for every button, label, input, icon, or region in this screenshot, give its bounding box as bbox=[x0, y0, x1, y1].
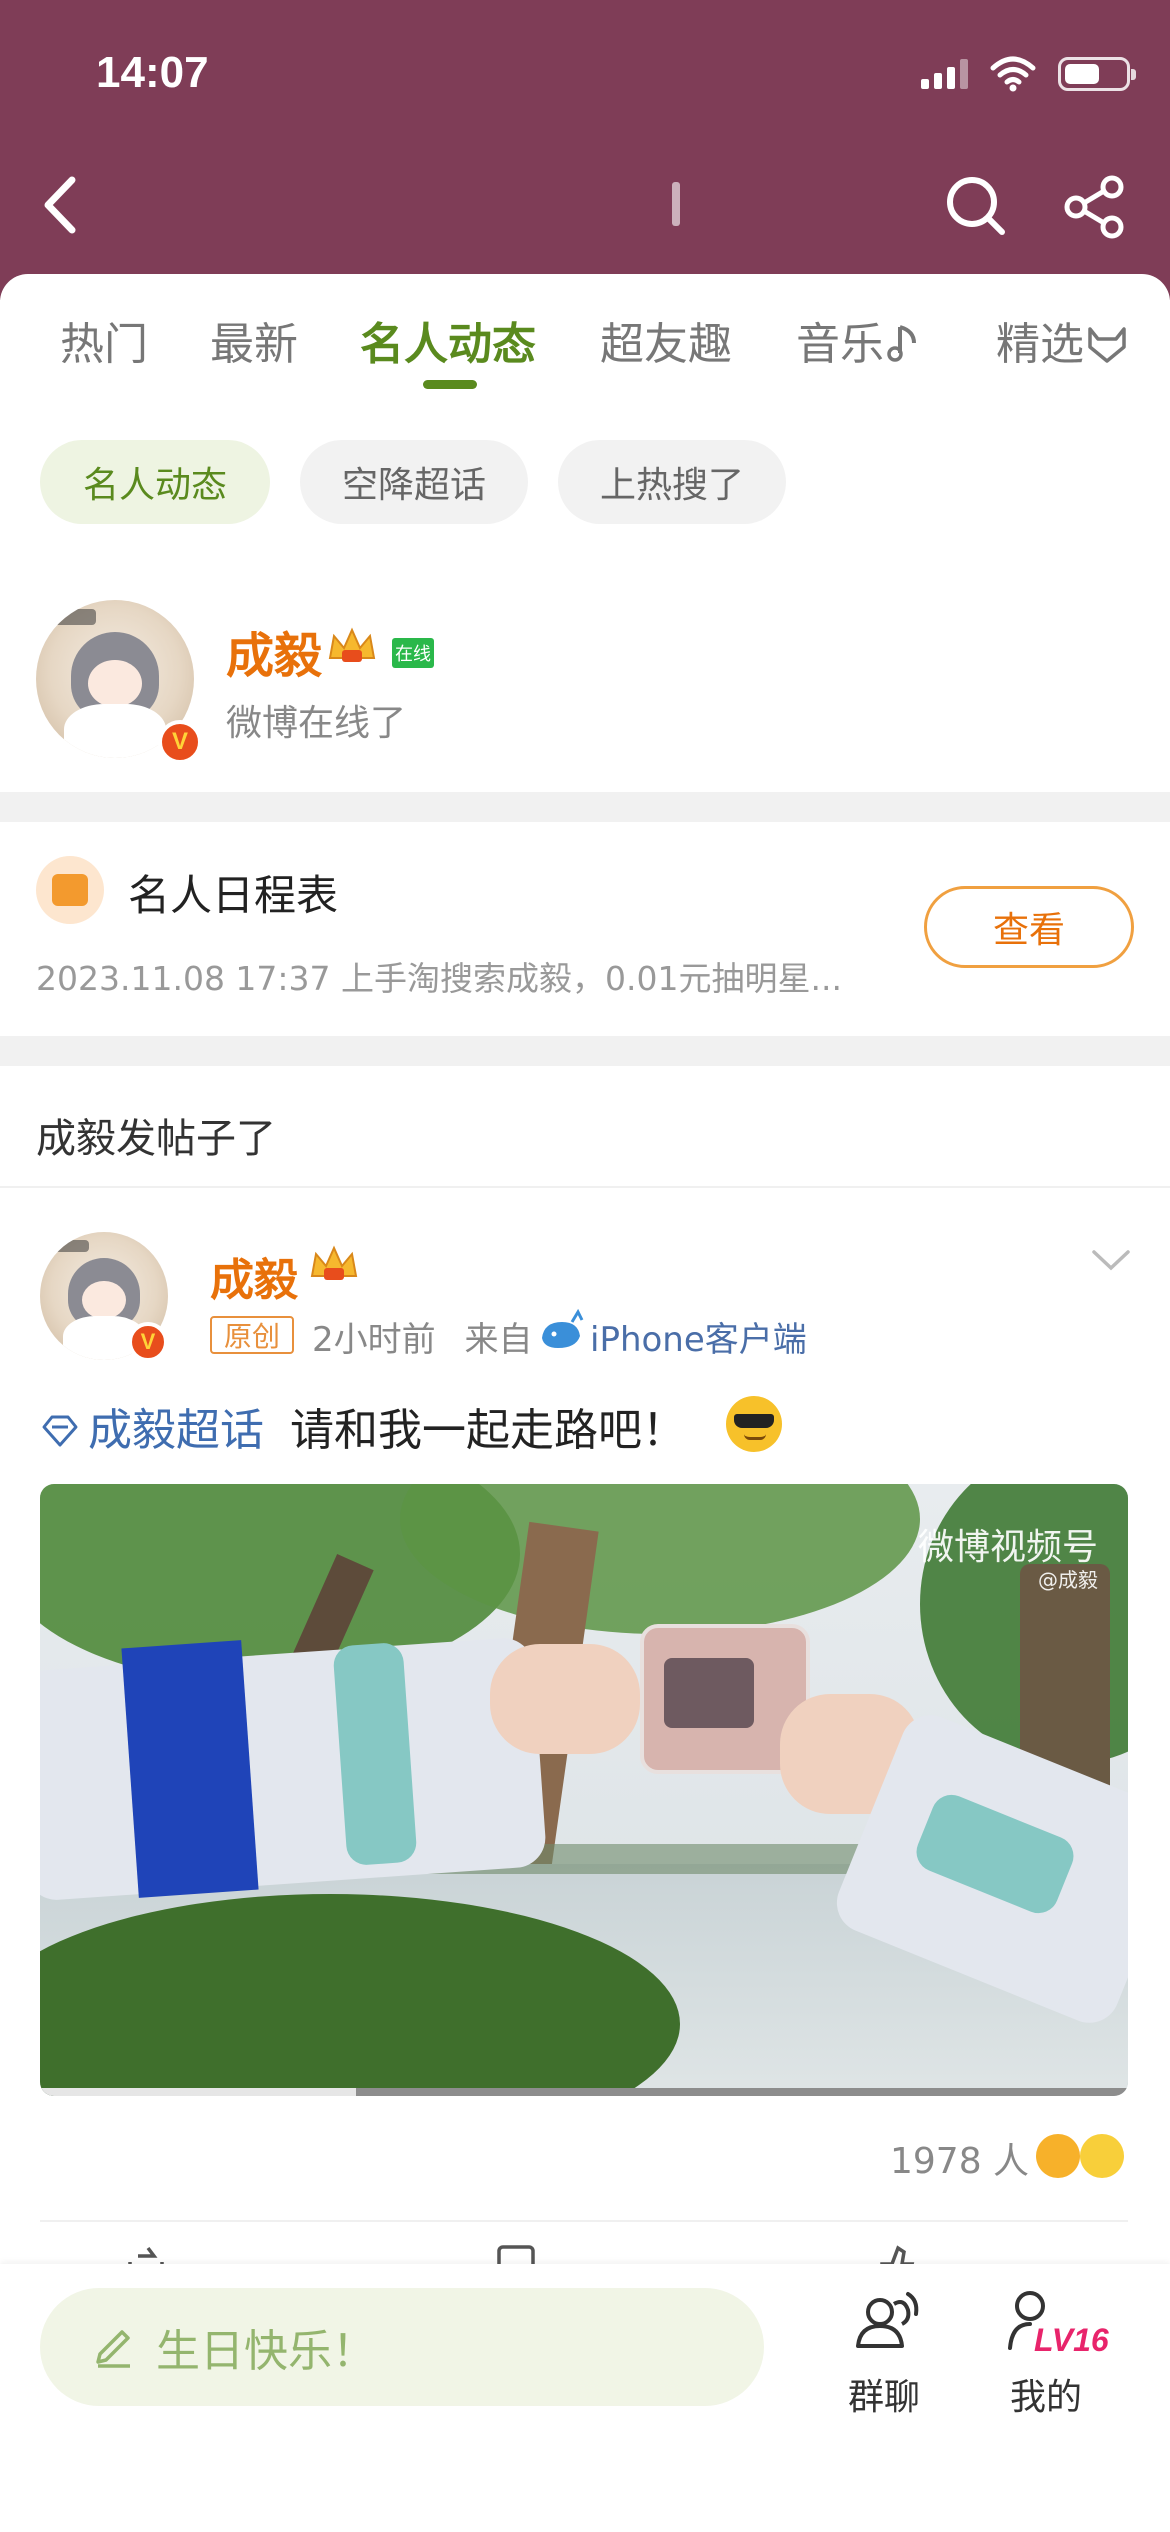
header-background bbox=[0, 0, 1170, 300]
topic-label: 成毅超话 bbox=[88, 1405, 264, 1456]
search-icon[interactable] bbox=[942, 172, 1008, 238]
likes-count[interactable]: 1978 人 bbox=[890, 2132, 1029, 2184]
section-divider bbox=[0, 792, 1170, 822]
grin-emoji bbox=[1080, 2134, 1124, 2178]
online-badge: 在线 bbox=[392, 638, 434, 668]
share-icon[interactable] bbox=[1062, 174, 1128, 240]
tab-music[interactable]: 音乐 bbox=[796, 308, 922, 372]
wifi-icon bbox=[990, 56, 1036, 92]
schedule-description[interactable]: 2023.11.08 17:37 上手淘搜索成毅，0.01元抽明星... bbox=[36, 952, 842, 1000]
post-meta: 2小时前 来自 bbox=[312, 1312, 532, 1361]
signal-icon bbox=[921, 59, 968, 89]
tab-featured[interactable]: 精选 bbox=[996, 308, 1130, 372]
comment-input[interactable]: 生日快乐！ bbox=[40, 2288, 764, 2406]
chip-trending[interactable]: 上热搜了 bbox=[558, 440, 786, 524]
tab-active-indicator bbox=[423, 380, 477, 389]
schedule-icon bbox=[36, 856, 104, 924]
kiss-emoji bbox=[1036, 2134, 1080, 2178]
fox-icon bbox=[1088, 327, 1126, 363]
group-chat-icon[interactable] bbox=[852, 2286, 924, 2358]
tab-hot[interactable]: 热门 bbox=[60, 308, 148, 372]
schedule-title: 名人日程表 bbox=[128, 871, 339, 920]
tab-featured-label: 精选 bbox=[996, 319, 1084, 370]
tab-celebrity[interactable]: 名人动态 bbox=[360, 308, 536, 372]
crown-icon bbox=[310, 1245, 358, 1280]
crown-icon bbox=[328, 627, 376, 662]
verified-badge: V bbox=[158, 720, 202, 764]
celebrity-status: 微博在线了 bbox=[226, 703, 407, 744]
tab-latest[interactable]: 最新 bbox=[210, 308, 298, 372]
chevron-down-icon[interactable] bbox=[1090, 1244, 1132, 1274]
status-time: 14:07 bbox=[96, 48, 209, 97]
pencil-icon bbox=[96, 2330, 130, 2368]
video-watermark: 微博视频号 bbox=[917, 1527, 1098, 1568]
tab-superfun[interactable]: 超友趣 bbox=[600, 308, 732, 372]
diamond-icon bbox=[42, 1415, 78, 1447]
post-author-name[interactable]: 成毅 bbox=[210, 1244, 298, 1308]
tab-music-label: 音乐 bbox=[796, 319, 884, 370]
music-note-icon bbox=[887, 325, 916, 362]
section-divider bbox=[0, 1036, 1170, 1066]
post-body: 请和我一起走路吧！ bbox=[290, 1405, 686, 1456]
group-chat-label[interactable]: 群聊 bbox=[848, 2368, 920, 2420]
view-schedule-button[interactable]: 查看 bbox=[924, 886, 1134, 968]
post-source[interactable]: iPhone客户端 bbox=[590, 1312, 807, 1361]
original-badge: 原创 bbox=[210, 1316, 294, 1354]
separator-line bbox=[40, 2220, 1128, 2222]
chip-celebrity[interactable]: 名人动态 bbox=[40, 440, 270, 524]
profile-label[interactable]: 我的 bbox=[1010, 2368, 1082, 2420]
battery-icon bbox=[1058, 57, 1136, 91]
video-watermark-handle: @成毅 bbox=[1038, 1568, 1098, 1592]
nav-title-mark bbox=[672, 182, 680, 226]
comment-placeholder: 生日快乐！ bbox=[156, 2326, 376, 2377]
level-badge: LV16 bbox=[1034, 2322, 1109, 2358]
back-icon[interactable] bbox=[30, 170, 90, 240]
separator-line bbox=[0, 1186, 1170, 1188]
topic-link[interactable]: 成毅超话 bbox=[40, 1405, 264, 1456]
post-video[interactable]: 微博视频号 @成毅 bbox=[40, 1484, 1128, 2096]
post-text: 成毅超话 请和我一起走路吧！ bbox=[40, 1394, 686, 1458]
post-from: 来自 bbox=[464, 1320, 533, 1360]
post-time: 2小时前 bbox=[312, 1320, 436, 1360]
celebrity-name[interactable]: 成毅 bbox=[226, 616, 322, 686]
tab-bar: 热门 最新 名人动态 超友趣 音乐 精选 bbox=[0, 308, 1170, 388]
chip-landing[interactable]: 空降超话 bbox=[300, 440, 528, 524]
sunglasses-emoji bbox=[726, 1396, 782, 1452]
video-progress-fill bbox=[40, 2088, 356, 2096]
status-icons bbox=[921, 52, 1136, 96]
section-title: 成毅发帖子了 bbox=[36, 1116, 276, 1162]
whale-icon bbox=[542, 1308, 584, 1348]
verified-badge: V bbox=[128, 1322, 168, 1362]
